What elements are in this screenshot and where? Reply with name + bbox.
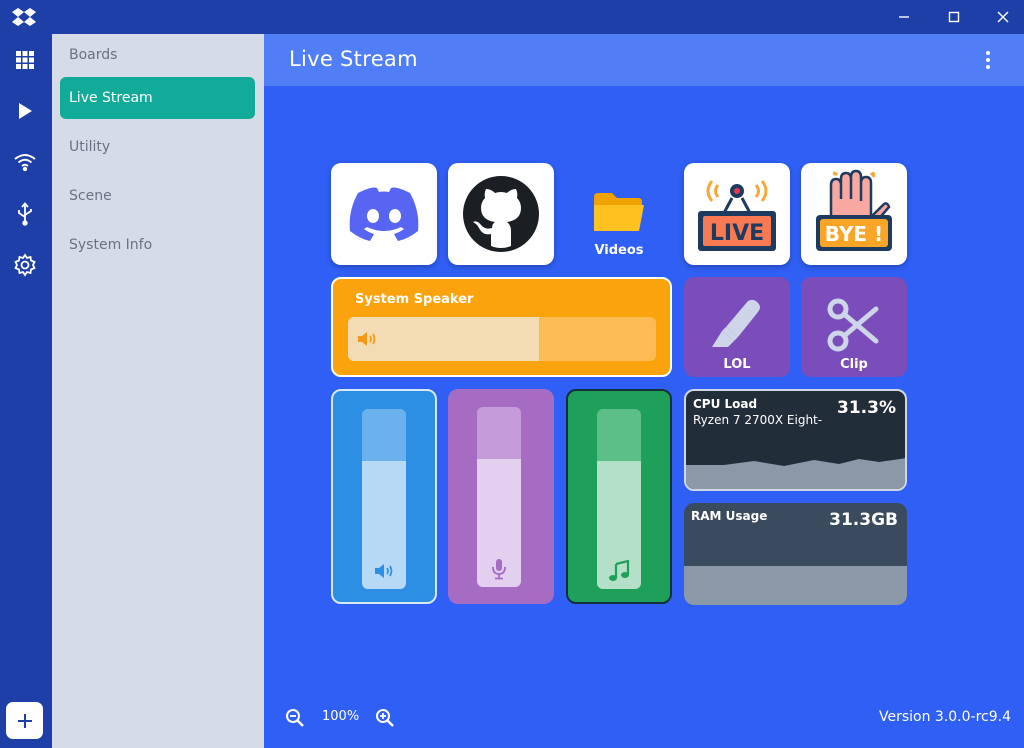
board-item-system-info[interactable]: System Info — [60, 224, 255, 266]
app-logo-icon — [12, 8, 36, 26]
speaker-icon — [358, 332, 376, 346]
grid-icon[interactable] — [12, 47, 38, 73]
boards-panel: Boards Live Stream Utility Scene System … — [52, 34, 264, 748]
speaker-icon — [362, 561, 406, 581]
version-label: Version 3.0.0-rc9.4 — [878, 709, 1011, 725]
live-sign-icon: LIVE — [698, 180, 776, 251]
title-bar — [0, 0, 1024, 34]
lol-label: LOL — [723, 357, 751, 372]
ram-usage-graph — [684, 566, 907, 605]
live-text: LIVE — [710, 221, 764, 246]
gear-icon[interactable] — [12, 252, 38, 278]
cpu-model-label: Ryzen 7 2700X Eight- — [693, 413, 823, 427]
plus-icon — [17, 713, 32, 728]
github-tile[interactable] — [448, 163, 554, 265]
play-icon[interactable] — [12, 98, 38, 124]
close-button[interactable] — [979, 0, 1024, 34]
live-tile[interactable]: LIVE — [684, 163, 790, 265]
microphone-icon — [477, 559, 521, 580]
boards-heading: Boards — [69, 47, 118, 63]
microphone-volume-tile — [448, 389, 554, 604]
zoom-out-icon[interactable] — [285, 708, 305, 728]
scissors-icon — [827, 298, 879, 352]
cpu-load-tile: CPU Load Ryzen 7 2700X Eight- 31.3% — [684, 389, 907, 491]
minimize-button[interactable] — [880, 0, 928, 34]
icon-rail — [0, 34, 52, 748]
zoom-in-icon[interactable] — [375, 708, 395, 728]
board-item-live-stream[interactable]: Live Stream — [60, 77, 255, 119]
ram-usage-value: 31.3GB — [829, 510, 898, 530]
add-board-button[interactable] — [6, 702, 43, 739]
music-volume-track[interactable] — [597, 409, 641, 589]
page-title: Live Stream — [289, 47, 418, 71]
highlighter-icon — [712, 299, 760, 347]
discord-tile[interactable] — [331, 163, 437, 265]
ram-usage-label: RAM Usage — [691, 509, 768, 523]
github-icon — [463, 176, 539, 252]
lol-tile[interactable]: LOL — [684, 277, 790, 377]
system-speaker-tile: System Speaker — [331, 277, 672, 377]
folder-icon — [594, 193, 644, 231]
videos-tile[interactable]: Videos — [566, 163, 672, 265]
wifi-icon[interactable] — [12, 149, 38, 175]
board-header: Live Stream — [264, 34, 1024, 86]
music-note-icon — [597, 560, 641, 581]
more-options-icon[interactable] — [978, 48, 998, 72]
music-volume-tile — [566, 389, 672, 604]
clip-tile[interactable]: Clip — [801, 277, 907, 377]
speaker-volume-track[interactable] — [362, 409, 406, 589]
microphone-volume-track[interactable] — [477, 407, 521, 587]
bye-hand-icon: BYE ! — [816, 169, 892, 251]
bye-text: BYE ! — [825, 222, 883, 246]
maximize-button[interactable] — [930, 0, 978, 34]
board-item-scene[interactable]: Scene — [60, 175, 255, 217]
clip-label: Clip — [840, 357, 868, 372]
cpu-load-value: 31.3% — [837, 398, 896, 418]
speaker-volume-tile — [331, 389, 437, 604]
discord-icon — [349, 187, 419, 241]
cpu-load-label: CPU Load — [693, 397, 758, 411]
videos-label: Videos — [594, 243, 644, 258]
board-item-utility[interactable]: Utility — [60, 126, 255, 168]
speaker-title: System Speaker — [355, 292, 474, 307]
bye-tile[interactable]: BYE ! — [801, 163, 907, 265]
usb-icon[interactable] — [12, 201, 38, 227]
speaker-volume-slider[interactable] — [348, 317, 656, 361]
zoom-level: 100% — [322, 709, 360, 724]
ram-usage-tile: RAM Usage 31.3GB — [684, 503, 907, 605]
